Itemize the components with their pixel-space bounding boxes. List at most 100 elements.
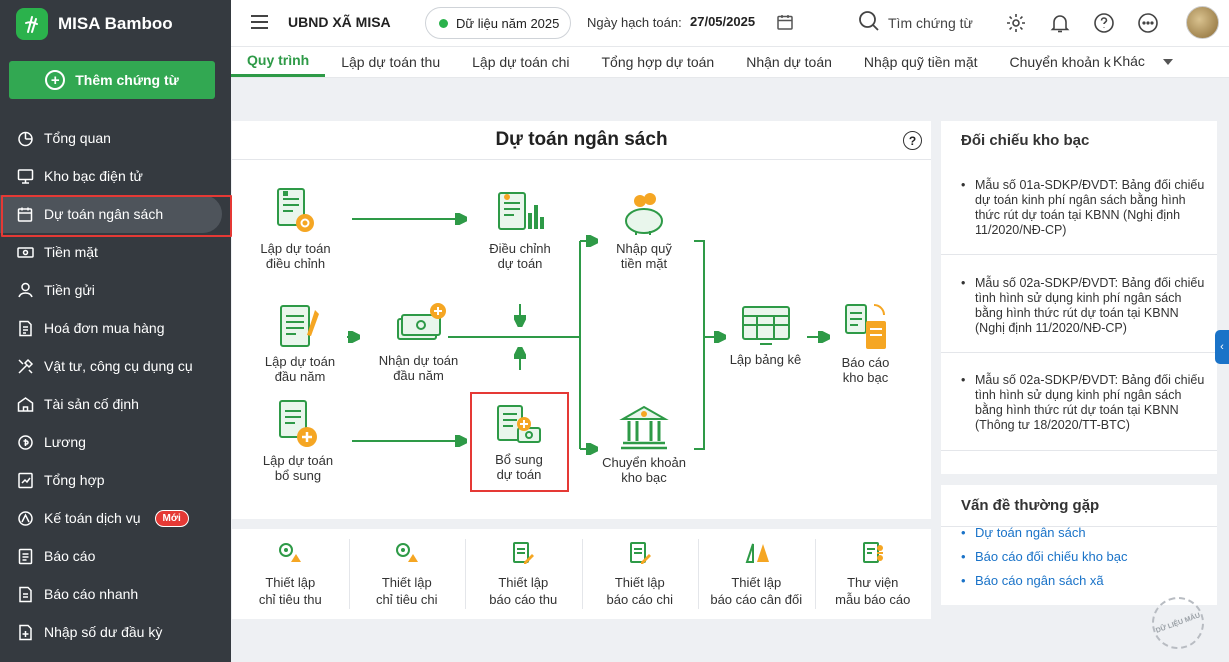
shortcut-label: chỉ tiêu thu bbox=[258, 592, 322, 607]
sidebar-item-reports[interactable]: Báo cáo bbox=[0, 537, 231, 575]
brand[interactable]: MISA Bamboo bbox=[16, 8, 173, 40]
collapse-panel-icon[interactable]: ‹ bbox=[1215, 330, 1229, 364]
shortcut-label: mẫu báo cáo bbox=[835, 592, 911, 607]
sidebar-item-supplies[interactable]: Vật tư, công cụ dụng cụ bbox=[0, 347, 231, 385]
shortcut-card: Thiết lập chỉ tiêu thu Thiết lập chỉ tiêu … bbox=[232, 529, 931, 619]
sidebar-item-label: Tiền mặt bbox=[44, 244, 98, 260]
sidebar-item-summary[interactable]: Tổng hợp bbox=[0, 461, 231, 499]
node-label: Nhập quỹ tiền mặt bbox=[616, 241, 672, 271]
invoice-icon bbox=[16, 319, 34, 337]
flow-node-treasury-transfer[interactable]: Chuyển khoản kho bạc bbox=[600, 403, 688, 485]
sidebar-item-label: Tổng hợp bbox=[44, 472, 105, 488]
report-edit-icon bbox=[513, 542, 535, 564]
sidebar-item-deposit[interactable]: Tiền gửi bbox=[0, 271, 231, 309]
tools-icon bbox=[16, 357, 34, 375]
flow-node-treasury-report[interactable]: Báo cáo kho bạc bbox=[828, 301, 903, 385]
flow-node-supplement[interactable]: Bổ sung dự toán bbox=[479, 402, 559, 482]
more-options-icon[interactable] bbox=[1136, 11, 1160, 35]
tab-cash-receipt[interactable]: Nhập quỹ tiền mặt bbox=[848, 46, 994, 77]
pie-chart-icon bbox=[16, 129, 34, 147]
cash-icon bbox=[16, 243, 34, 261]
monitor-icon bbox=[16, 167, 34, 185]
faq-link[interactable]: Báo cáo ngân sách xã bbox=[961, 573, 1104, 588]
posting-date-value[interactable]: 27/05/2025 bbox=[690, 14, 755, 29]
shortcut-label: Thiết lập bbox=[498, 575, 549, 590]
sidebar-item-quick-reports[interactable]: Báo cáo nhanh bbox=[0, 575, 231, 613]
flow-node-adjust[interactable]: Điều chỉnh dự toán bbox=[480, 191, 560, 271]
shortcut-label: Thiết lập bbox=[381, 575, 432, 590]
shortcut-revenue-indicators[interactable]: Thiết lập chỉ tiêu thu bbox=[232, 529, 349, 619]
sidebar-item-e-treasury[interactable]: Kho bạc điện tử bbox=[0, 157, 231, 195]
gear-icon[interactable] bbox=[1004, 11, 1028, 35]
sidebar-item-service-accounting[interactable]: Kế toán dịch vụ Mới bbox=[0, 499, 231, 537]
tab-process[interactable]: Quy trình bbox=[231, 46, 326, 77]
tab-expense-estimate[interactable]: Lập dự toán chi bbox=[456, 46, 585, 77]
adjust-icon bbox=[498, 192, 544, 230]
tab-revenue-estimate[interactable]: Lập dự toán thu bbox=[325, 46, 456, 77]
service-icon bbox=[16, 509, 34, 527]
sidebar-item-overview[interactable]: Tổng quan bbox=[0, 119, 231, 157]
sidebar-item-budget[interactable]: Dự toán ngân sách bbox=[0, 195, 232, 237]
bell-icon[interactable] bbox=[1048, 11, 1072, 35]
faq-card: Vấn đề thường gặp Dự toán ngân sách Báo … bbox=[941, 485, 1217, 605]
sidebar-item-label: Dự toán ngân sách bbox=[44, 206, 164, 222]
reconcile-item[interactable]: Mẫu số 02a-SDKP/ĐVDT: Bảng đối chiếu tìn… bbox=[961, 373, 1209, 433]
add-voucher-button[interactable]: + Thêm chứng từ bbox=[9, 61, 215, 99]
flow-node-receive-annual[interactable]: Nhận dự toán đầu năm bbox=[376, 301, 461, 383]
sidebar-item-fixed-assets[interactable]: Tài sản cố định bbox=[0, 385, 231, 423]
flow-node-list[interactable]: Lập bảng kê bbox=[728, 304, 803, 367]
shortcut-expense-report[interactable]: Thiết lập báo cáo chi bbox=[581, 529, 699, 619]
flow-node-cash-receipt[interactable]: Nhập quỹ tiền mặt bbox=[604, 191, 684, 271]
menu-icon[interactable] bbox=[251, 15, 268, 29]
reconcile-item[interactable]: Mẫu số 02a-SDKP/ĐVDT: Bảng đối chiếu tìn… bbox=[961, 276, 1209, 336]
budget-icon bbox=[16, 205, 34, 223]
avatar[interactable] bbox=[1186, 6, 1219, 39]
sidebar-item-label: Nhập số dư đầu kỳ bbox=[44, 624, 163, 640]
sidebar-item-salary[interactable]: Lương bbox=[0, 423, 231, 461]
bamboo-logo-icon bbox=[16, 8, 48, 40]
sidebar-item-purchase-invoice[interactable]: Hoá đơn mua hàng bbox=[0, 309, 231, 347]
new-badge: Mới bbox=[154, 509, 189, 527]
sidebar-item-label: Kho bạc điện tử bbox=[44, 168, 143, 184]
top-icons bbox=[1004, 11, 1160, 35]
shortcut-label: Thiết lập bbox=[731, 575, 782, 590]
node-label: Báo cáo kho bạc bbox=[841, 355, 890, 385]
shortcut-label: báo cáo cân đối bbox=[710, 592, 803, 607]
budget-flow-card: Dự toán ngân sách ? Lập dự toán điều chỉn… bbox=[232, 121, 931, 519]
help-icon[interactable] bbox=[1092, 11, 1116, 35]
shortcut-report-library[interactable]: Thư viện mẫu báo cáo bbox=[814, 529, 932, 619]
flow-node-supplement-estimate[interactable]: Lập dự toán bổ sung bbox=[258, 399, 338, 483]
divider bbox=[941, 352, 1217, 353]
organization-name[interactable]: UBND XÃ MISA bbox=[288, 14, 391, 30]
data-year-selector[interactable]: Dữ liệu năm 2025 bbox=[425, 7, 571, 39]
tab-estimate-summary[interactable]: Tổng hợp dự toán bbox=[585, 46, 730, 77]
shortcut-label: Thiết lập bbox=[265, 575, 316, 590]
shortcut-expense-indicators[interactable]: Thiết lập chỉ tiêu chi bbox=[348, 529, 466, 619]
reconcile-item[interactable]: Mẫu số 01a-SDKP/ĐVDT: Bảng đối chiếu dự … bbox=[961, 178, 1209, 238]
treasury-report-icon bbox=[844, 304, 886, 349]
shortcut-balance-report[interactable]: Thiết lập báo cáo cân đối bbox=[698, 529, 815, 619]
flow-node-annual-estimate[interactable]: Lập dự toán đầu năm bbox=[260, 302, 340, 384]
search-box[interactable]: Tìm chứng từ bbox=[858, 10, 973, 35]
node-label: Lập bảng kê bbox=[729, 352, 802, 367]
sidebar-item-cash[interactable]: Tiền mặt bbox=[0, 233, 231, 271]
shortcut-revenue-report[interactable]: Thiết lập báo cáo thu bbox=[465, 529, 582, 619]
faq-link[interactable]: Dự toán ngân sách bbox=[961, 525, 1086, 540]
data-year-label: Dữ liệu năm 2025 bbox=[456, 15, 560, 31]
caret-down-icon bbox=[1162, 53, 1173, 69]
shortcut-label: báo cáo thu bbox=[489, 592, 558, 607]
calendar-icon[interactable] bbox=[776, 13, 794, 34]
faq-link[interactable]: Báo cáo đối chiếu kho bạc bbox=[961, 549, 1128, 564]
money-stack-icon bbox=[396, 303, 446, 340]
quick-report-icon bbox=[16, 585, 34, 603]
tab-more[interactable]: Khác bbox=[1113, 53, 1173, 69]
sidebar-item-opening-balance[interactable]: Nhập số dư đầu kỳ bbox=[0, 613, 231, 651]
tab-more-label: Khác bbox=[1113, 53, 1145, 69]
flow-node-adjust-estimate[interactable]: Lập dự toán điều chỉnh bbox=[258, 187, 333, 271]
settings-chart-icon bbox=[395, 543, 418, 562]
shortcut-label: báo cáo chi bbox=[606, 592, 674, 607]
tab-receive-estimate[interactable]: Nhận dự toán bbox=[730, 46, 848, 77]
tab-treasury-transfer[interactable]: Chuyển khoản k bbox=[994, 46, 1111, 77]
library-icon bbox=[862, 542, 883, 563]
shortcut-label: Thiết lập bbox=[614, 575, 665, 590]
